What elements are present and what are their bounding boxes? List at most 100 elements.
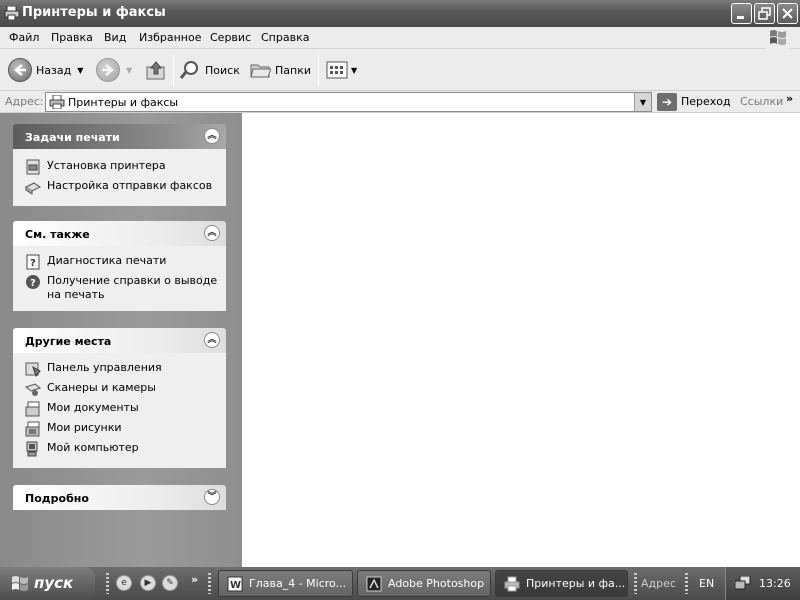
taskbar-button-photoshop[interactable]: Adobe Photoshop — [357, 570, 491, 597]
taskbar-button-printers[interactable]: Принтеры и фа... — [495, 570, 628, 597]
network-icon[interactable] — [735, 576, 751, 590]
up-folder-button[interactable] — [145, 55, 167, 85]
search-label: Поиск — [205, 63, 240, 77]
minimize-icon — [737, 16, 744, 19]
collapse-chevron-icon[interactable]: ︽ — [204, 332, 220, 348]
toolbar: Назад ▼ ▼ Поиск Папки ▼ — [0, 49, 800, 91]
svg-text:W: W — [230, 580, 241, 591]
back-dropdown-icon[interactable]: ▼ — [77, 66, 83, 75]
task-label: Настройка отправки факсов — [47, 179, 213, 192]
place-label: Мои документы — [47, 401, 139, 414]
panel-print-tasks: Задачи печати ︽ Установка принтера Настр… — [13, 124, 226, 206]
panel-see-also: См. также ︽ ? Диагностика печати ? Получ… — [13, 221, 226, 311]
windows-logo-icon — [766, 27, 790, 49]
svg-text:?: ? — [30, 278, 36, 289]
search-icon — [179, 61, 198, 79]
forward-dropdown-icon[interactable]: ▼ — [126, 66, 132, 75]
task-print-help[interactable]: ? Получение справки о выводе на печать — [25, 274, 226, 304]
taskbar-button-label: Принтеры и фа... — [526, 577, 626, 590]
place-scanners-cameras[interactable]: Сканеры и камеры — [25, 381, 226, 401]
place-label: Сканеры и камеры — [47, 381, 156, 394]
go-button[interactable]: Переход — [681, 95, 731, 108]
panel-title[interactable]: Другие места ︽ — [13, 328, 226, 353]
collapse-chevron-icon[interactable]: ︽ — [204, 225, 220, 241]
clock[interactable]: 13:26 — [759, 577, 791, 590]
panel-title[interactable]: См. также ︽ — [13, 221, 226, 246]
links-chevron-icon[interactable]: » — [786, 92, 793, 105]
scanner-camera-icon — [25, 383, 41, 396]
restore-icon — [758, 7, 771, 20]
panel-title-text: Задачи печати — [25, 131, 120, 144]
internet-explorer-icon[interactable]: e — [116, 575, 132, 591]
folders-button[interactable]: Папки — [249, 55, 311, 85]
windows-flag-icon — [12, 576, 28, 591]
expand-chevron-icon[interactable]: ︾ — [204, 489, 220, 505]
taskbar-button-word[interactable]: W Глава_4 - Micro... — [218, 570, 353, 597]
forward-button[interactable]: ▼ — [96, 55, 132, 85]
menu-file[interactable]: Файл — [9, 31, 39, 44]
place-my-documents[interactable]: Мои документы — [25, 401, 226, 421]
restore-button[interactable] — [754, 3, 775, 24]
place-my-computer[interactable]: Мой компьютер — [25, 441, 226, 461]
task-label: Установка принтера — [47, 159, 166, 172]
place-label: Панель управления — [47, 361, 162, 374]
address-bar: Адрес: Принтеры и факсы ▼ ➔ Переход Ссыл… — [0, 91, 800, 113]
quick-launch-app-icon[interactable]: ✎ — [162, 575, 178, 591]
svg-text:?: ? — [30, 258, 36, 269]
fax-icon — [25, 182, 41, 195]
place-my-pictures[interactable]: Мои рисунки — [25, 421, 226, 441]
place-control-panel[interactable]: Панель управления — [25, 361, 226, 381]
taskbar-address-label[interactable]: Адрес — [641, 577, 676, 590]
folders-label: Папки — [275, 63, 311, 77]
address-dropdown-icon[interactable]: ▼ — [634, 93, 651, 111]
my-computer-icon — [26, 441, 38, 457]
views-button[interactable]: ▼ — [326, 55, 357, 85]
menu-help[interactable]: Справка — [261, 31, 309, 44]
media-player-icon[interactable]: ▶ — [140, 575, 156, 591]
word-document-icon: W — [227, 576, 243, 591]
taskbar-button-label: Adobe Photoshop — [388, 577, 485, 590]
file-list-area[interactable] — [242, 113, 800, 567]
folders-icon — [250, 64, 271, 78]
panel-other-places: Другие места ︽ Панель управления Сканеры… — [13, 328, 226, 468]
panel-title-text: Другие места — [25, 335, 112, 348]
panel-title[interactable]: Подробно ︾ — [13, 485, 226, 510]
address-value: Принтеры и факсы — [68, 96, 179, 109]
title-bar: Принтеры и факсы — [0, 0, 800, 27]
printer-icon — [504, 576, 520, 591]
collapse-chevron-icon[interactable]: ︽ — [204, 128, 220, 144]
control-panel-icon — [25, 362, 41, 377]
minimize-button[interactable] — [731, 3, 752, 24]
task-fax-setup[interactable]: Настройка отправки факсов — [25, 179, 226, 199]
go-arrow-icon[interactable]: ➔ — [657, 93, 677, 111]
language-indicator[interactable]: EN — [699, 577, 714, 590]
address-field[interactable]: Принтеры и факсы ▼ — [45, 92, 652, 112]
system-tray: 13:26 — [725, 567, 800, 600]
close-button[interactable] — [777, 3, 798, 24]
quick-launch-chevron-icon[interactable]: » — [191, 573, 198, 586]
task-add-printer[interactable]: Установка принтера — [25, 159, 226, 179]
photoshop-icon — [366, 576, 382, 591]
back-button[interactable]: Назад ▼ — [8, 55, 83, 85]
start-button[interactable]: пуск — [0, 567, 95, 600]
place-label: Мои рисунки — [47, 421, 122, 434]
panel-title[interactable]: Задачи печати ︽ — [13, 124, 226, 149]
printer-icon — [4, 6, 20, 20]
up-folder-icon — [146, 61, 165, 80]
menu-edit[interactable]: Правка — [51, 31, 93, 44]
links-label[interactable]: Ссылки — [740, 95, 783, 108]
add-printer-icon — [26, 159, 40, 175]
search-button[interactable]: Поиск — [179, 55, 240, 85]
views-dropdown-icon[interactable]: ▼ — [351, 66, 357, 75]
menu-view[interactable]: Вид — [104, 31, 126, 44]
window-title: Принтеры и факсы — [22, 5, 166, 20]
close-icon — [782, 8, 793, 19]
back-arrow-icon — [8, 58, 32, 82]
views-icon — [326, 61, 348, 79]
start-label: пуск — [34, 574, 74, 592]
menu-favorites[interactable]: Избранное — [139, 31, 201, 44]
place-label: Мой компьютер — [47, 441, 139, 454]
task-troubleshoot[interactable]: ? Диагностика печати — [25, 254, 226, 274]
menu-tools[interactable]: Сервис — [210, 31, 251, 44]
my-documents-icon — [25, 401, 40, 417]
